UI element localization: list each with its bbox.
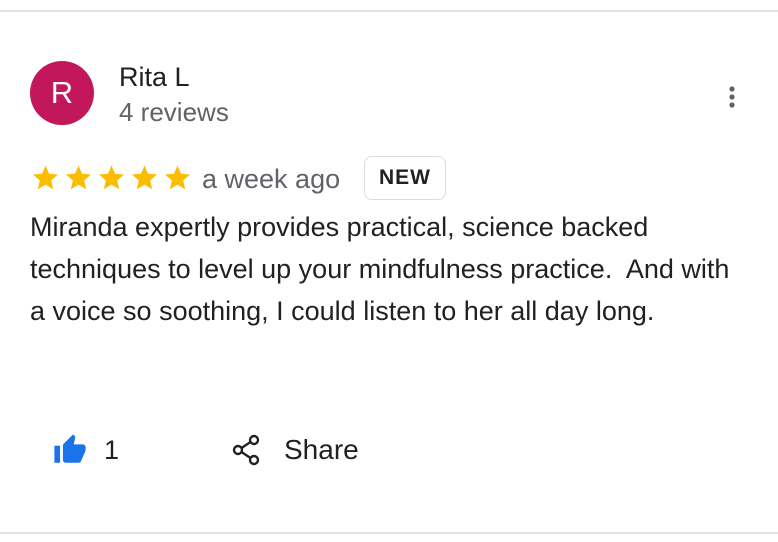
new-badge: NEW [364, 156, 446, 200]
review-age: a week ago [202, 164, 341, 194]
avatar[interactable]: R [30, 61, 94, 125]
share-label: Share [284, 434, 359, 465]
share-button[interactable]: Share [232, 428, 359, 472]
like-count: 1 [104, 434, 120, 465]
review-text: Miranda expertly provides practical, sci… [30, 212, 737, 326]
like-button[interactable]: 1 [52, 428, 119, 472]
more-vert-icon [729, 86, 735, 108]
reviewer-name[interactable]: Rita L [119, 61, 190, 93]
more-options-button[interactable] [717, 80, 747, 114]
star-icon [165, 165, 190, 190]
reviewer-review-count: 4 reviews [119, 97, 229, 127]
share-icon [232, 434, 260, 466]
star-rating [30, 163, 193, 193]
thumbs-up-icon [54, 434, 86, 463]
review-card: R Rita L 4 reviews a week ago NEW Mirand… [0, 0, 778, 542]
star-icon [132, 165, 157, 190]
bottom-divider [0, 532, 778, 534]
top-divider [0, 10, 778, 12]
star-icon [99, 165, 124, 190]
star-icon [66, 165, 91, 190]
avatar-initial: R [50, 75, 74, 110]
star-icon [33, 165, 58, 190]
